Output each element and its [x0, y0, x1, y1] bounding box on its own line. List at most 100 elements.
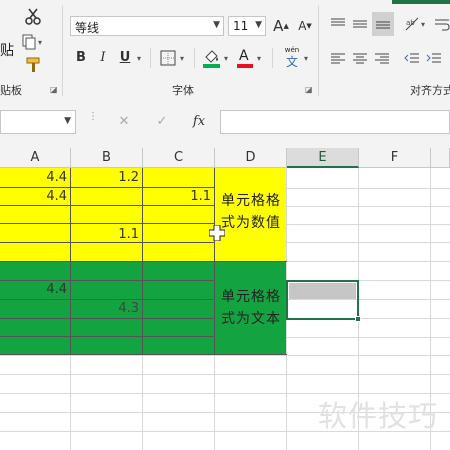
chevron-down-icon: ▼	[255, 20, 262, 30]
grow-font-label: A	[273, 17, 284, 35]
cell-border	[0, 261, 287, 262]
column-header-a[interactable]: A	[0, 148, 71, 168]
svg-text:▾: ▾	[38, 38, 42, 47]
cell-c2[interactable]: 1.1	[143, 187, 214, 206]
merged-text-line2: 式为文本	[221, 311, 281, 327]
watermark: 软件技巧	[318, 399, 439, 433]
svg-text:ab: ab	[406, 19, 415, 27]
chevron-down-icon: ▼	[213, 20, 220, 30]
align-center-icon[interactable]	[352, 52, 368, 66]
cell-b3[interactable]: 1.1	[71, 205, 142, 244]
cut-icon[interactable]	[24, 8, 42, 26]
insert-function-button[interactable]: fx	[188, 112, 210, 132]
shrink-font-button[interactable]: A▼	[295, 16, 315, 36]
gridline	[287, 206, 450, 207]
bold-button[interactable]: B	[72, 48, 90, 68]
group-separator	[318, 6, 319, 96]
group-separator	[62, 6, 63, 96]
alignment-group-label: 对齐方式	[410, 84, 450, 97]
border-icon[interactable]	[160, 50, 176, 66]
align-middle-icon[interactable]	[352, 16, 368, 32]
merged-text-line1: 单元格格	[221, 289, 281, 305]
increase-indent-icon[interactable]	[426, 52, 442, 66]
align-bottom-icon[interactable]	[372, 12, 394, 36]
separator	[272, 48, 273, 68]
gridline	[0, 355, 450, 356]
gridline	[142, 355, 143, 450]
gridline	[287, 242, 450, 243]
wrap-text-icon[interactable]	[434, 16, 450, 32]
clipboard-launcher-icon[interactable]: ◪	[50, 85, 58, 94]
copy-icon[interactable]: ▾	[22, 34, 46, 50]
chevron-down-icon[interactable]: ▼	[64, 116, 71, 126]
underline-dropdown-icon[interactable]: ▾	[137, 54, 141, 63]
cell-b1[interactable]: 1.2	[71, 168, 142, 187]
cell-border	[0, 318, 215, 319]
cancel-button[interactable]: ✕	[114, 112, 134, 132]
formula-bar: ▼ ⋮ ✕ ✓ fx	[0, 100, 450, 148]
paste-label: 贴	[0, 43, 14, 59]
font-size-combo[interactable]: 11 ▼	[228, 16, 266, 36]
clipboard-group-label: 贴板	[0, 84, 22, 97]
separator	[150, 48, 151, 68]
font-launcher-icon[interactable]: ◪	[305, 85, 313, 94]
italic-button[interactable]: I	[94, 48, 112, 68]
grow-font-button[interactable]: A▲	[271, 16, 291, 36]
drag-handle-icon[interactable]: ⋮	[88, 112, 98, 122]
phonetic-dropdown-icon[interactable]: ▾	[304, 54, 308, 63]
column-header-f[interactable]: F	[359, 148, 431, 168]
cell-border	[0, 354, 287, 355]
fill-color-dropdown-icon[interactable]: ▾	[224, 54, 228, 63]
gridline	[287, 188, 450, 189]
phonetic-button[interactable]: wén 文	[280, 46, 304, 70]
gridline	[0, 374, 450, 375]
underline-button[interactable]: U	[116, 48, 134, 68]
merged-cell-text-format[interactable]: 单元格格 式为文本	[215, 286, 286, 336]
selected-range[interactable]	[286, 280, 359, 320]
gridline	[287, 224, 450, 225]
merged-numeric-line2: 式为数值	[221, 215, 281, 231]
merged-numeric-line1: 单元格格	[221, 193, 281, 209]
column-header-b[interactable]: B	[71, 148, 143, 168]
enter-button[interactable]: ✓	[152, 112, 172, 132]
gridline	[70, 355, 71, 450]
phonetic-bottom: 文	[285, 55, 298, 69]
border-dropdown-icon[interactable]: ▾	[180, 54, 184, 63]
font-color-icon[interactable]: A	[236, 48, 254, 70]
orientation-icon[interactable]: ab	[404, 16, 420, 32]
gridline	[287, 261, 450, 262]
font-name-combo[interactable]: 等线 ▼	[70, 16, 224, 36]
paste-button[interactable]: 贴	[0, 40, 14, 60]
merged-cell-numeric-format[interactable]: 单元格格 式为数值	[215, 190, 286, 240]
align-top-icon[interactable]	[330, 16, 346, 32]
column-header-g[interactable]	[431, 148, 450, 168]
format-painter-icon[interactable]	[24, 57, 42, 73]
cell-a6[interactable]: 4.4	[0, 280, 70, 299]
ribbon-accent	[392, 0, 450, 4]
cell-cursor-icon	[208, 224, 226, 242]
decrease-indent-icon[interactable]	[404, 52, 420, 66]
cell-a1[interactable]: 4.4	[0, 168, 70, 187]
phonetic-top: wén	[284, 46, 300, 54]
ribbon: ▾ 贴 贴板 ◪ 等线 ▼ 11 ▼ A▲ A▼ B I U ▾ ▾ ▾ A ▾…	[0, 0, 450, 101]
fill-color-icon[interactable]	[202, 48, 222, 70]
font-group-label: 字体	[172, 84, 194, 97]
separator	[194, 48, 195, 68]
gridline	[287, 337, 450, 338]
cell-a2[interactable]: 4.4	[0, 187, 70, 206]
column-header-c[interactable]: C	[143, 148, 215, 168]
align-right-icon[interactable]	[374, 52, 390, 66]
column-header-d[interactable]: D	[215, 148, 287, 168]
name-box[interactable]: ▼	[0, 110, 76, 134]
formula-input[interactable]	[220, 110, 450, 134]
font-color-dropdown-icon[interactable]: ▾	[257, 54, 261, 63]
selected-active-cell	[289, 283, 356, 299]
column-header-e[interactable]: E	[287, 148, 359, 168]
cell-b7[interactable]: 4.3	[71, 299, 142, 318]
gridline	[214, 355, 215, 450]
font-name-value: 等线	[75, 21, 100, 35]
orientation-dropdown-icon[interactable]: ▾	[421, 20, 425, 29]
fill-handle[interactable]	[355, 316, 361, 322]
font-color-letter: A	[239, 48, 249, 64]
align-left-icon[interactable]	[330, 52, 346, 66]
